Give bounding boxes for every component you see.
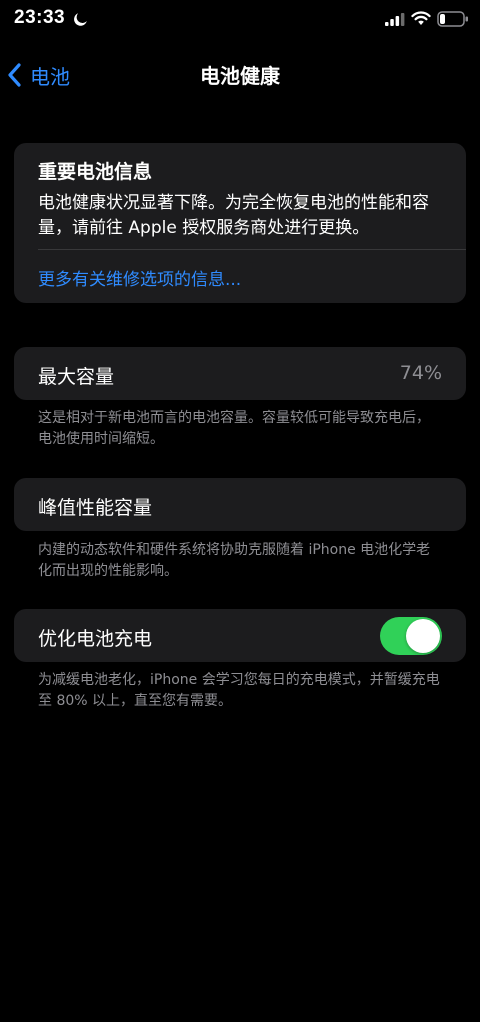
peak-performance-label: 峰值性能容量 [38,497,153,519]
moon-icon [74,13,87,26]
battery-info-title: 重要电池信息 [38,161,153,183]
battery-info-card: 重要电池信息 电池健康状况显著下降。为完全恢复电池的性能和容量，请前往 Appl… [14,143,466,303]
battery-icon [437,11,468,27]
optimized-charging-toggle[interactable] [380,617,442,655]
signal-icon [385,13,405,26]
peak-performance-row: 峰值性能容量 [14,478,466,531]
max-capacity-value: 74% [399,362,442,384]
optimized-charging-label: 优化电池充电 [38,628,153,650]
status-time: 23:33 [14,7,66,28]
max-capacity-footnote: 这是相对于新电池而言的电池容量。容量较低可能导致充电后，电池使用时间缩短。 [38,410,430,447]
optimized-charging-footnote: 为减缓电池老化，iPhone 会学习您每日的充电模式，并暂缓充电至 80% 以上… [38,672,440,709]
max-capacity-label: 最大容量 [38,366,115,388]
service-options-link[interactable]: 更多有关维修选项的信息... [38,265,241,290]
divider [38,249,466,250]
status-bar: 23:33 [0,0,480,40]
battery-info-body: 电池健康状况显著下降。为完全恢复电池的性能和容量，请前往 Apple 授权服务商… [38,193,429,238]
max-capacity-row: 最大容量 74% [14,347,466,400]
optimized-charging-row: 优化电池充电 [14,609,466,662]
wifi-icon [411,11,431,25]
peak-performance-footnote: 内建的动态软件和硬件系统将协助克服随着 iPhone 电池化学老化而出现的性能影… [38,542,431,579]
toggle-knob [406,619,440,653]
page-title: 电池健康 [200,64,280,88]
